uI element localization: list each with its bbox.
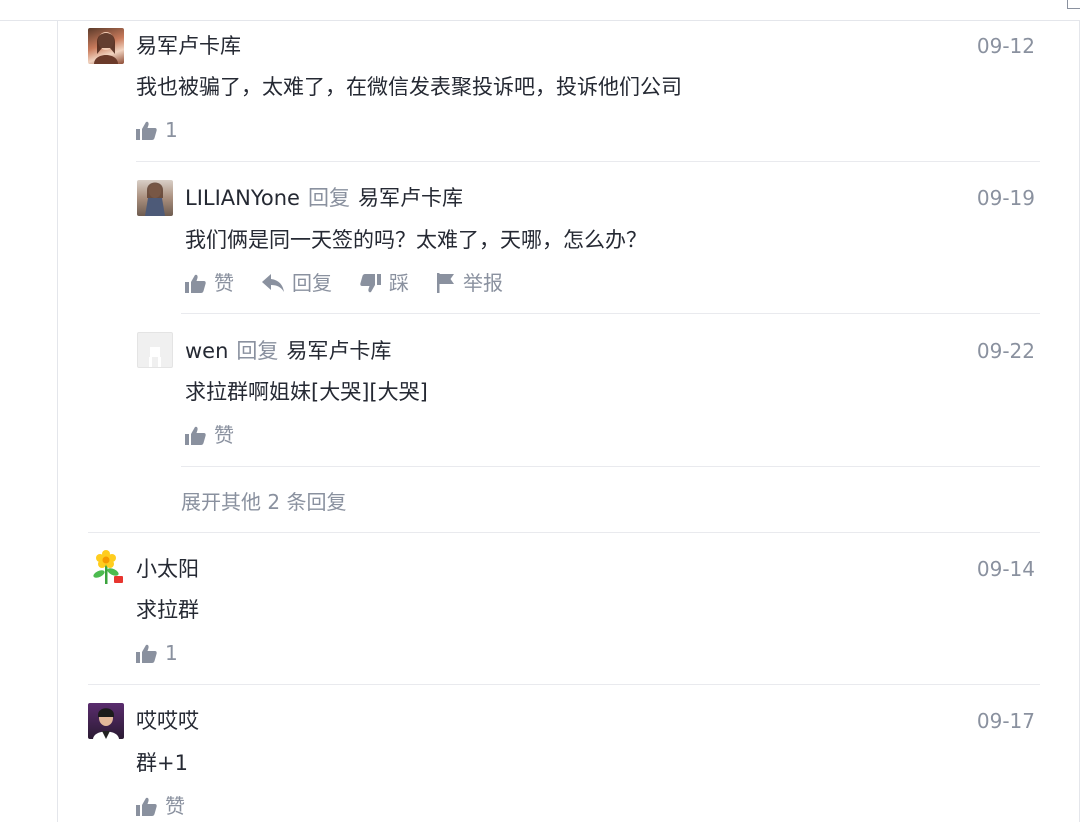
like-button[interactable]: 赞 xyxy=(185,422,234,448)
reply-target[interactable]: 易军卢卡库 xyxy=(286,339,391,363)
reply-target[interactable]: 易军卢卡库 xyxy=(358,186,463,210)
reply-author[interactable]: LILIANYone xyxy=(185,186,300,210)
reply-label: 回复 xyxy=(236,339,279,363)
like-button[interactable]: 1 xyxy=(136,117,178,143)
reply-text: 我们俩是同一天签的吗？太难了，天哪，怎么办？ xyxy=(185,228,647,252)
thumbs-up-icon xyxy=(136,121,157,140)
dislike-label: 踩 xyxy=(389,271,409,295)
comment-date: 09-14 xyxy=(976,557,1035,581)
like-count: 1 xyxy=(165,118,178,142)
flag-icon xyxy=(437,273,454,293)
thumbs-down-icon xyxy=(360,273,381,292)
comment-author[interactable]: 小太阳 xyxy=(136,555,199,583)
reply-header: LILIANYone 回复 易军卢卡库 xyxy=(185,184,463,212)
reply-actions: 赞 回复 踩 举报 xyxy=(185,270,531,296)
divider xyxy=(136,161,1040,162)
like-label: 赞 xyxy=(214,271,234,295)
avatar[interactable] xyxy=(88,550,124,586)
expand-replies-link[interactable]: 展开其他 2 条回复 xyxy=(181,489,346,515)
avatar[interactable] xyxy=(88,28,124,64)
like-button[interactable]: 赞 xyxy=(136,793,185,819)
like-label: 赞 xyxy=(165,794,185,818)
divider xyxy=(88,684,1040,685)
comment-actions: 1 xyxy=(136,640,206,666)
reply-author[interactable]: wen xyxy=(185,339,228,363)
reply-header: wen 回复 易军卢卡库 xyxy=(185,337,391,365)
comment-date: 09-12 xyxy=(976,34,1035,58)
report-button[interactable]: 举报 xyxy=(437,270,503,296)
avatar[interactable] xyxy=(88,703,124,739)
like-button[interactable]: 赞 xyxy=(185,270,234,296)
thumbs-up-icon xyxy=(136,797,157,816)
thumbs-up-icon xyxy=(136,644,157,663)
comment-actions: 1 xyxy=(136,117,206,143)
comment-date: 09-17 xyxy=(976,709,1035,733)
reply-label: 回复 xyxy=(292,271,332,295)
divider xyxy=(181,466,1040,467)
dislike-button[interactable]: 踩 xyxy=(360,270,409,296)
reply-text: 求拉群啊姐妹[大哭][大哭] xyxy=(185,380,428,404)
avatar[interactable] xyxy=(137,180,173,216)
divider xyxy=(181,313,1040,314)
thumbs-up-icon xyxy=(185,274,206,293)
reply-button[interactable]: 回复 xyxy=(262,270,332,296)
comment-text: 群+1 xyxy=(136,751,188,775)
comment-author[interactable]: 哎哎哎 xyxy=(136,707,199,735)
comment-author[interactable]: 易军卢卡库 xyxy=(136,32,241,60)
comment-actions: 赞 xyxy=(136,793,213,819)
left-border xyxy=(57,20,58,822)
like-label: 赞 xyxy=(214,423,234,447)
reply-arrow-icon xyxy=(262,274,284,292)
avatar[interactable] xyxy=(137,332,173,368)
corner-mark xyxy=(1067,0,1080,9)
report-label: 举报 xyxy=(463,271,503,295)
divider xyxy=(88,532,1040,533)
reply-date: 09-22 xyxy=(976,339,1035,363)
reply-actions: 赞 xyxy=(185,422,262,448)
reply-date: 09-19 xyxy=(976,186,1035,210)
comment-text: 我也被骗了，太难了，在微信发表聚投诉吧，投诉他们公司 xyxy=(136,75,682,99)
like-count: 1 xyxy=(165,641,178,665)
thumbs-up-icon xyxy=(185,426,206,445)
reply-label: 回复 xyxy=(307,186,350,210)
like-button[interactable]: 1 xyxy=(136,640,178,666)
top-bar xyxy=(0,0,1080,21)
comment-text: 求拉群 xyxy=(136,598,199,622)
